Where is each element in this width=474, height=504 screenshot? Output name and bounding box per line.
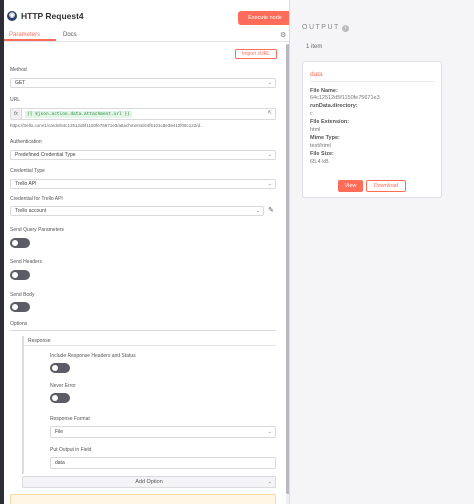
output-field-input[interactable]: data <box>50 457 276 469</box>
binary-data-card: data File Name: 64c12512d5f1150fe75671e3… <box>302 61 442 198</box>
credential-value: Trello account <box>15 208 47 214</box>
credential-type-value: Trello API <box>15 181 37 187</box>
pencil-icon[interactable]: ✎ <box>268 206 274 214</box>
node-title[interactable]: HTTP Request4 <box>21 11 84 21</box>
chevron-down-icon: ⌄ <box>255 208 260 214</box>
send-body-toggle[interactable] <box>10 302 30 312</box>
gear-icon[interactable]: ⚙ <box>280 32 288 40</box>
response-format-select[interactable]: File ⌄ <box>50 426 276 438</box>
add-option-label: Add Option <box>135 479 163 485</box>
never-error-label: Never Error <box>50 383 76 389</box>
card-divider <box>310 81 435 82</box>
send-query-label: Send Query Parameters <box>10 227 64 233</box>
mime-type-label: Mime Type: <box>310 135 340 141</box>
binary-key: data <box>310 71 323 78</box>
url-input[interactable]: fx {{ $json.action.data.attachment.url }… <box>10 108 276 120</box>
file-name-label: File Name: <box>310 88 338 94</box>
send-query-toggle[interactable] <box>10 238 30 248</box>
panel-tabs: Parameters Docs <box>4 30 289 42</box>
tab-parameters[interactable]: Parameters <box>4 30 56 41</box>
output-field-value: data <box>55 460 65 466</box>
url-resolved-preview: https://trello.com/1/cards/64c12512d5f11… <box>10 123 204 128</box>
execute-node-button[interactable]: Execute node <box>238 11 289 25</box>
never-error-toggle[interactable] <box>50 393 70 403</box>
tab-docs[interactable]: Docs <box>58 30 82 41</box>
send-body-label: Send Body <box>10 292 35 298</box>
extension-value: html <box>310 127 321 133</box>
credential-type-select[interactable]: Trello API ⌄ <box>10 179 276 189</box>
globe-icon: ◉ <box>7 11 17 21</box>
chevron-down-icon: ⌄ <box>267 152 272 158</box>
response-divider <box>24 345 276 346</box>
options-label: Options <box>10 321 28 327</box>
file-name-value: 64c12512d5f1150fe75671e3 <box>310 95 380 101</box>
panel-header: ◉ HTTP Request4 Execute node <box>4 0 289 32</box>
directory-label: runData.directory: <box>310 103 358 109</box>
expression-badge: fx <box>11 109 22 119</box>
output-title: OUTPUT <box>302 24 340 31</box>
view-button[interactable]: View <box>338 180 363 192</box>
file-size-value: 65.4 kB <box>310 159 329 165</box>
output-field-label: Put Output in Field <box>50 447 92 453</box>
item-count: 1 item <box>306 44 323 50</box>
authentication-value: Predefined Credential Type <box>15 152 76 158</box>
authentication-label: Authentication <box>10 139 42 145</box>
scrollbar-thumb[interactable] <box>286 44 289 494</box>
notice-banner <box>10 494 276 504</box>
send-headers-label: Send Headers <box>10 259 42 265</box>
node-parameters-panel: ◉ HTTP Request4 Execute node Parameters … <box>4 0 290 504</box>
import-curl-button[interactable]: Import cURL <box>235 49 277 59</box>
method-select[interactable]: GET ⌄ <box>10 78 276 88</box>
expand-icon[interactable]: ⇱ <box>268 110 272 116</box>
credential-type-label: Credential Type <box>10 168 45 174</box>
chevron-down-icon: ⌄ <box>267 429 272 435</box>
response-format-label: Response Format <box>50 416 90 422</box>
credential-select[interactable]: Trello account ⌄ <box>10 206 264 216</box>
file-size-label: File Size: <box>310 151 334 157</box>
include-headers-toggle[interactable] <box>50 363 70 373</box>
extension-label: File Extension: <box>310 119 350 125</box>
add-option-select[interactable]: Add Option ⌄ <box>22 476 276 488</box>
include-headers-label: Include Response Headers and Status <box>50 353 136 359</box>
chevron-down-icon: ⌄ <box>267 479 272 485</box>
url-expression: {{ $json.action.data.attachment.url }} <box>25 111 132 118</box>
method-label: Method <box>10 67 27 73</box>
response-format-value: File <box>55 429 64 435</box>
credential-label: Credential for Trello API <box>10 196 63 202</box>
url-label: URL <box>10 97 21 103</box>
info-icon[interactable]: i <box>342 25 349 32</box>
options-divider <box>10 330 276 331</box>
download-button[interactable]: Download <box>366 180 406 192</box>
chevron-down-icon: ⌄ <box>267 80 272 86</box>
response-label: Response <box>28 338 51 344</box>
chevron-down-icon: ⌄ <box>267 181 272 187</box>
authentication-select[interactable]: Predefined Credential Type ⌄ <box>10 150 276 160</box>
method-value: GET <box>15 80 26 86</box>
directory-value: c <box>310 111 313 117</box>
mime-type-value: text/html <box>310 143 331 149</box>
send-headers-toggle[interactable] <box>10 270 30 280</box>
